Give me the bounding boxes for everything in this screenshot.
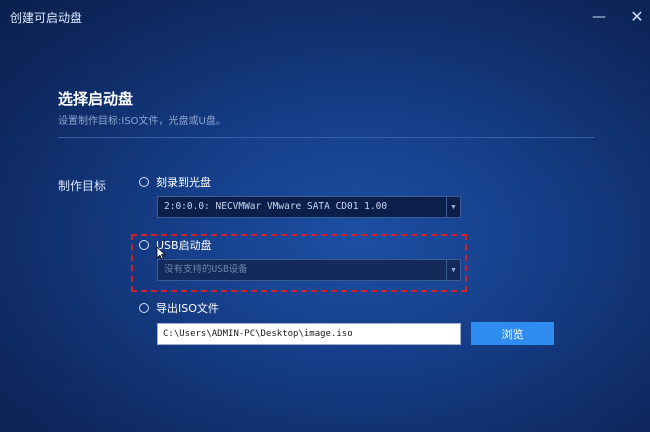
target-label: 制作目标 xyxy=(58,179,107,193)
radio-export-iso[interactable] xyxy=(139,303,149,313)
option-export-iso-label: 导出ISO文件 xyxy=(156,302,219,315)
browse-button[interactable]: 浏览 xyxy=(471,322,554,345)
disc-drive-value: 2:0:0.0: NECVMWar VMware SATA CD01 1.00 xyxy=(164,201,388,212)
window-title: 创建可启动盘 xyxy=(10,11,83,25)
radio-burn-disc[interactable] xyxy=(139,177,149,187)
mouse-pointer-icon xyxy=(156,246,166,260)
page-subtitle: 设置制作目标:ISO文件，光盘或U盘。 xyxy=(58,116,226,127)
option-export-iso[interactable]: 导出ISO文件 xyxy=(139,300,219,316)
minimize-button[interactable]: — xyxy=(588,6,610,28)
option-burn-disc-label: 刻录到光盘 xyxy=(156,176,211,189)
close-button[interactable]: ✕ xyxy=(626,6,648,28)
disc-drive-select[interactable]: 2:0:0.0: NECVMWar VMware SATA CD01 1.00 … xyxy=(157,196,461,218)
iso-path-input[interactable] xyxy=(157,323,461,345)
title-bar: 创建可启动盘 — ✕ xyxy=(0,0,650,34)
create-bootable-disk-window: 创建可启动盘 — ✕ 选择启动盘 设置制作目标:ISO文件，光盘或U盘。 制作目… xyxy=(0,0,650,432)
divider xyxy=(58,137,595,138)
usb-option-highlight xyxy=(131,234,467,292)
chevron-down-icon[interactable]: ▼ xyxy=(446,197,460,217)
page-title: 选择启动盘 xyxy=(58,90,134,108)
option-burn-disc[interactable]: 刻录到光盘 xyxy=(139,174,211,190)
